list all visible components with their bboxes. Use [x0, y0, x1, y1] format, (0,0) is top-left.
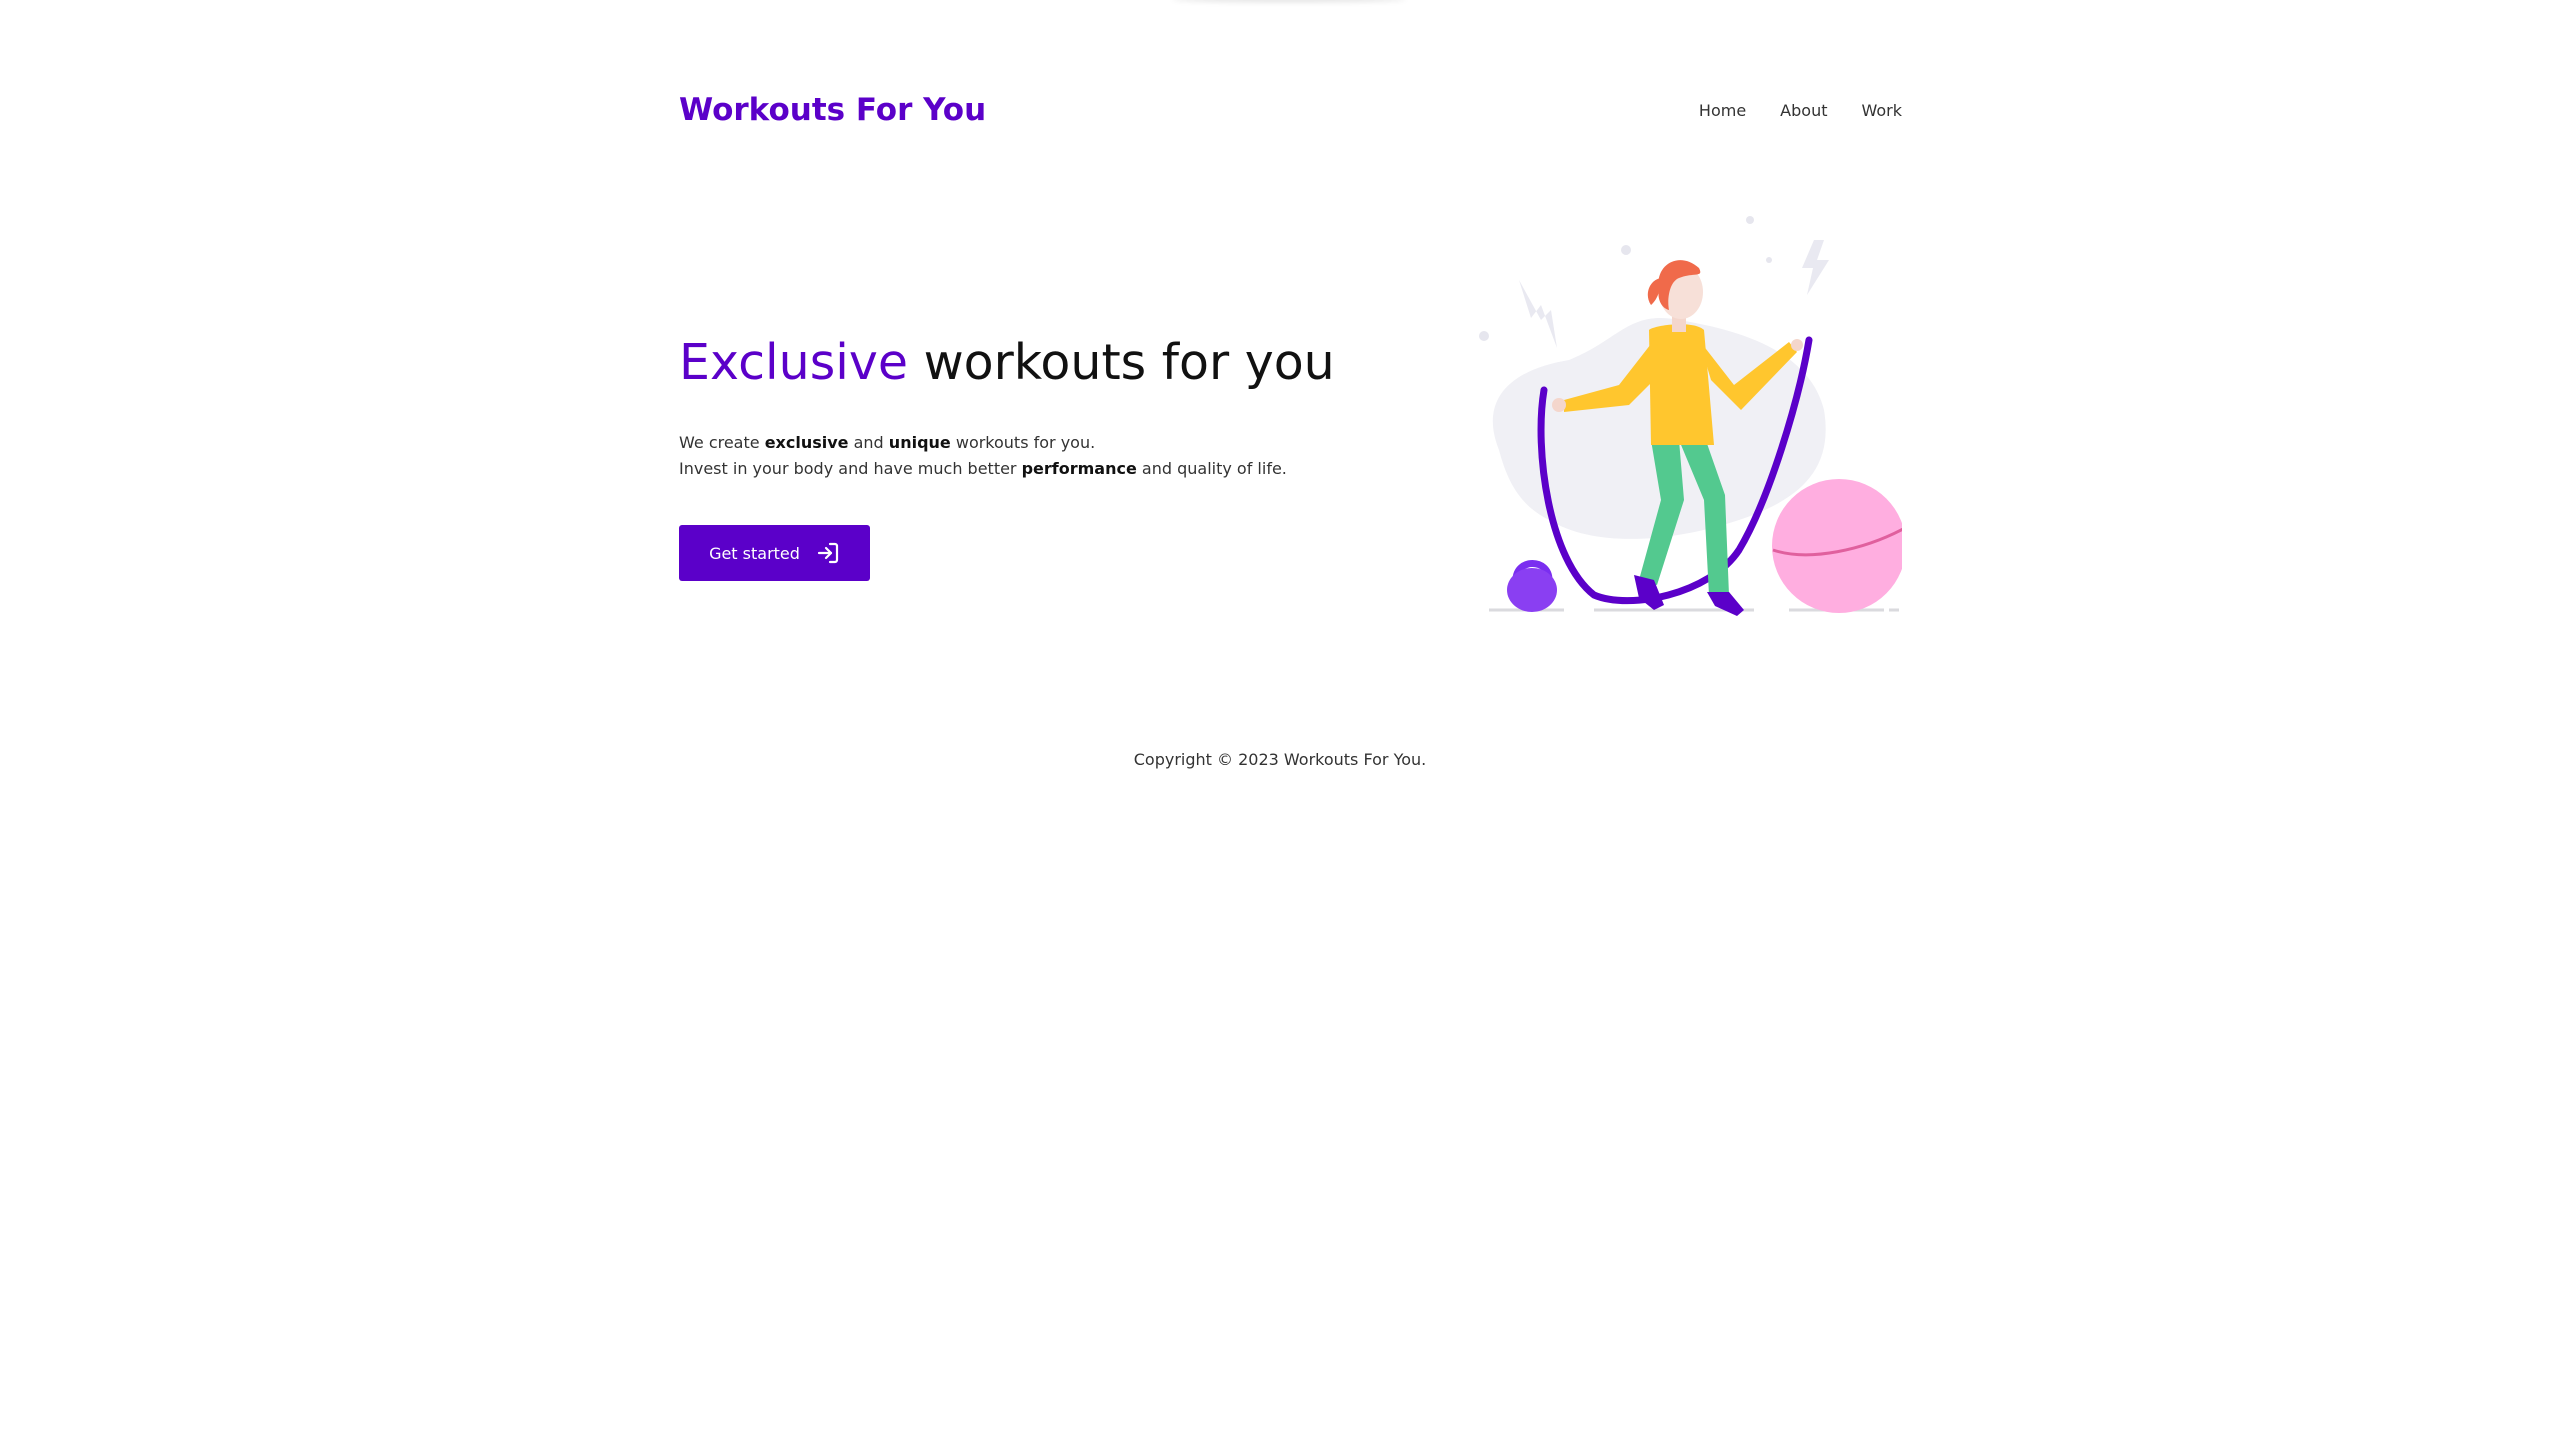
- sparkle-dot: [1746, 216, 1754, 224]
- shoe-left: [1634, 575, 1664, 610]
- lightning-bolt-right: [1802, 240, 1829, 295]
- site-footer: Copyright © 2023 Workouts For You.: [0, 750, 2560, 769]
- hero-desc-text: Invest in your body and have much better: [679, 459, 1022, 478]
- hero-desc-bold: unique: [888, 433, 951, 452]
- nav-link-about[interactable]: About: [1780, 101, 1827, 120]
- shoe-right: [1707, 592, 1744, 616]
- woman-jump-rope-illustration: [1479, 216, 1902, 616]
- sign-in-icon: [817, 542, 839, 564]
- hero-desc-bold: performance: [1021, 459, 1137, 478]
- site-header: Workouts For You Home About Work: [679, 86, 1902, 134]
- nav-link-home[interactable]: Home: [1699, 101, 1746, 120]
- hero-description: We create exclusive and unique workouts …: [679, 430, 1419, 482]
- hero-desc-bold: exclusive: [764, 433, 849, 452]
- hero-title-accent: Exclusive: [679, 334, 908, 391]
- torso-hoodie: [1649, 324, 1714, 445]
- sparkle-dot: [1621, 245, 1631, 255]
- hand-left: [1552, 398, 1566, 412]
- kettlebell: [1507, 568, 1557, 612]
- nav-link-work[interactable]: Work: [1861, 101, 1902, 120]
- site-logo[interactable]: Workouts For You: [679, 86, 986, 134]
- hero-desc-text: workouts for you.: [950, 433, 1096, 452]
- lightning-bolt-left: [1519, 280, 1557, 348]
- get-started-label: Get started: [709, 543, 800, 563]
- hair-ponytail: [1647, 278, 1661, 305]
- copyright-text: Copyright © 2023 Workouts For You.: [1133, 750, 1427, 769]
- exercise-ball: [1772, 479, 1902, 613]
- hero-title-rest: workouts for you: [908, 334, 1335, 391]
- get-started-button[interactable]: Get started: [679, 525, 870, 581]
- hero-section: Exclusive workouts for you We create exc…: [679, 330, 1419, 581]
- hand-right: [1791, 339, 1803, 351]
- sparkle-dot: [1479, 331, 1489, 341]
- hero-desc-text: and quality of life.: [1136, 459, 1287, 478]
- hero-desc-text: We create: [679, 433, 765, 452]
- main-nav: Home About Work: [1699, 86, 1902, 134]
- hero-title: Exclusive workouts for you: [679, 330, 1419, 396]
- page: Workouts For You Home About Work Exclusi…: [0, 0, 2560, 1440]
- sparkle-dot: [1766, 257, 1772, 263]
- hero-desc-text: and: [848, 433, 889, 452]
